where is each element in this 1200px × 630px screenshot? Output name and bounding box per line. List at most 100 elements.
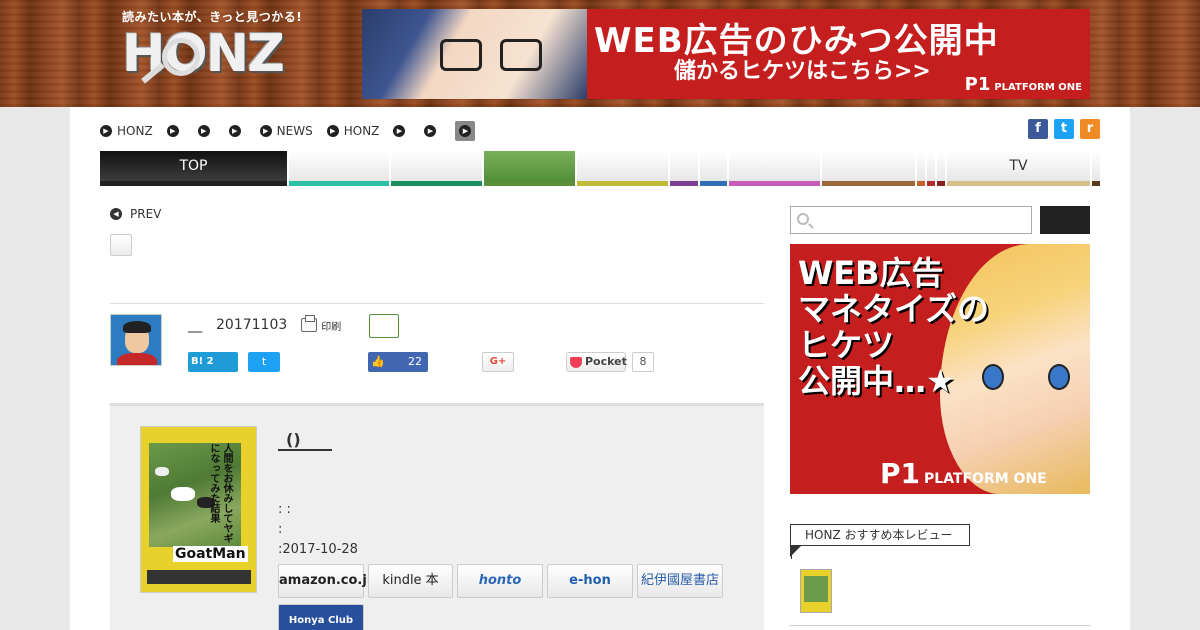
facebook-icon[interactable]: f — [1028, 119, 1048, 139]
nav-tab[interactable] — [391, 151, 482, 186]
nav-tab[interactable] — [289, 151, 389, 186]
banner-brand: P1 PLATFORM ONE — [880, 457, 1047, 490]
logo-tagline: 読みたい本が、きっと見つかる! — [122, 10, 303, 24]
breadcrumb-item-honz[interactable]: ▶ HONZ — [100, 124, 153, 138]
bullet-icon: ▶ — [228, 125, 241, 137]
sidebar-ad-banner[interactable]: WEB広告 マネタイズの ヒケツ 公開中…★ P1 PLATFORM ONE — [790, 244, 1090, 494]
main-container: ▶ HONZ ▶ ▶ ▶ ▶ NEWS ▶ HONZ ▶ ▶ ▶ f t r TOP … — [70, 107, 1130, 630]
breadcrumb-item-honz-2[interactable]: ▶ HONZ — [326, 124, 379, 138]
bullet-icon: ▶ — [393, 125, 406, 137]
chevron-left-icon: ◀ — [110, 208, 122, 220]
author-name[interactable]: __ — [188, 317, 202, 333]
top-ad-banner[interactable]: WEB広告のひみつ公開中 儲かるヒケツはこちら>> P1 PLATFORM ONE — [362, 9, 1090, 99]
magnifier-icon — [162, 38, 200, 76]
banner-text-line: 公開中…★ — [798, 362, 955, 400]
store-honto-button[interactable]: honto — [457, 564, 543, 598]
breadcrumb: ▶ HONZ ▶ ▶ ▶ ▶ NEWS ▶ HONZ ▶ ▶ ▶ — [100, 121, 476, 141]
social-links: f t r — [1022, 119, 1100, 139]
bullet-icon: ▶ — [459, 125, 472, 137]
hatena-count: 2 — [206, 356, 214, 367]
nav-tab[interactable] — [927, 151, 935, 186]
breadcrumb-label: NEWS — [276, 124, 313, 138]
bullet-icon: ▶ — [100, 125, 112, 137]
banner-illustration — [362, 9, 587, 99]
breadcrumb-label: HONZ — [117, 124, 153, 138]
placeholder-box — [110, 234, 132, 256]
recommended-book-thumbnail[interactable] — [800, 569, 832, 613]
breadcrumb-item[interactable]: ▶ — [424, 125, 441, 137]
breadcrumb-current: ▶ — [455, 121, 476, 141]
nav-tab[interactable] — [670, 151, 698, 186]
divider — [790, 625, 1090, 626]
share-buttons: B! 2 t 👍 22 G+ Pocket 8 — [188, 352, 768, 374]
recommended-reviews-heading: HONZ おすすめ本レビュー — [790, 524, 970, 559]
pocket-count: 8 — [632, 352, 654, 372]
banner-subline: 儲かるヒケツはこちら>> — [674, 59, 931, 84]
prev-link[interactable]: ◀ PREV — [110, 207, 161, 221]
facebook-like-button[interactable]: 👍 22 — [368, 352, 428, 372]
store-kinokuniya-button[interactable]: 紀伊國屋書店 — [637, 564, 723, 598]
nav-tab-active[interactable] — [484, 151, 575, 186]
bullet-icon: ▶ — [424, 125, 437, 137]
category-nav: TOP TV — [100, 151, 1100, 187]
breadcrumb-item[interactable]: ▶ — [197, 125, 215, 137]
bullet-icon: ▶ — [259, 125, 272, 137]
brand-mark: P1 — [964, 74, 991, 95]
banner-brand: P1 PLATFORM ONE — [965, 74, 1082, 95]
speech-bubble-tail — [790, 545, 802, 557]
facebook-count: 22 — [408, 355, 422, 368]
nav-tab-label: TOP — [179, 158, 208, 174]
nav-tab[interactable] — [729, 151, 820, 186]
avatar-body — [117, 353, 157, 365]
author-avatar[interactable] — [110, 314, 162, 366]
breadcrumb-item[interactable]: ▶ — [228, 125, 246, 137]
book-meta-date: :2017-10-28 — [278, 542, 358, 557]
rss-icon[interactable]: r — [1080, 119, 1100, 139]
prev-label: PREV — [130, 207, 162, 221]
nav-tab-label: TV — [1009, 158, 1028, 174]
hatena-bookmark-button[interactable]: B! 2 — [188, 352, 238, 372]
brand-name: PLATFORM ONE — [924, 471, 1047, 487]
nav-tab[interactable] — [937, 151, 945, 186]
brand-name: PLATFORM ONE — [994, 82, 1082, 93]
nav-tab[interactable] — [577, 151, 668, 186]
cover-title-jp: 人間をお休みしてヤギになってみた結果 — [208, 443, 232, 543]
nav-tab[interactable] — [1092, 151, 1100, 186]
post-date: 20171103 — [216, 317, 288, 333]
thumbs-up-icon: 👍 — [371, 355, 385, 368]
bullet-icon: ▶ — [166, 125, 179, 137]
avatar-hair — [123, 321, 151, 333]
store-ehon-button[interactable]: e-hon — [547, 564, 633, 598]
pocket-button[interactable]: Pocket — [566, 352, 627, 372]
store-honyaclub-button[interactable]: Honya Club — [278, 604, 364, 630]
nav-tab-top[interactable]: TOP — [100, 151, 287, 186]
print-button[interactable]: 印刷 — [301, 315, 342, 333]
feedly-button[interactable] — [369, 314, 399, 338]
book-info-box: 人間をお休みしてヤギになってみた結果 GoatMan () : : : :201… — [110, 403, 764, 630]
illustration-eye — [982, 364, 1004, 390]
breadcrumb-item[interactable]: ▶ — [166, 125, 184, 137]
store-kindle-button[interactable]: kindle 本 — [368, 564, 453, 598]
book-meta-publisher: : — [278, 522, 283, 537]
book-cover[interactable]: 人間をお休みしてヤギになってみた結果 GoatMan — [140, 426, 257, 593]
breadcrumb-item[interactable]: ▶ — [393, 125, 410, 137]
hatena-label: B! — [191, 356, 204, 367]
cover-band — [147, 570, 251, 584]
breadcrumb-item-news[interactable]: ▶ NEWS — [259, 124, 313, 138]
search-input[interactable] — [790, 206, 1032, 234]
search-icon — [797, 213, 809, 225]
twitter-share-button[interactable]: t — [248, 352, 280, 372]
book-title[interactable]: () — [278, 430, 332, 451]
google-plus-button[interactable]: G+ — [482, 352, 514, 372]
nav-tab[interactable] — [822, 151, 915, 186]
illustration-eye — [1048, 364, 1070, 390]
nav-tab[interactable] — [700, 151, 727, 186]
site-logo[interactable]: 読みたい本が、きっと見つかる! HONZ — [122, 8, 303, 98]
twitter-icon[interactable]: t — [1054, 119, 1074, 139]
print-label: 印刷 — [321, 321, 342, 333]
search-button[interactable] — [1040, 206, 1090, 234]
nav-tab[interactable] — [917, 151, 925, 186]
store-amazon-button[interactable]: amazon.co.jp — [278, 564, 376, 598]
bullet-icon: ▶ — [326, 125, 339, 137]
nav-tab-tv[interactable]: TV — [947, 151, 1090, 186]
